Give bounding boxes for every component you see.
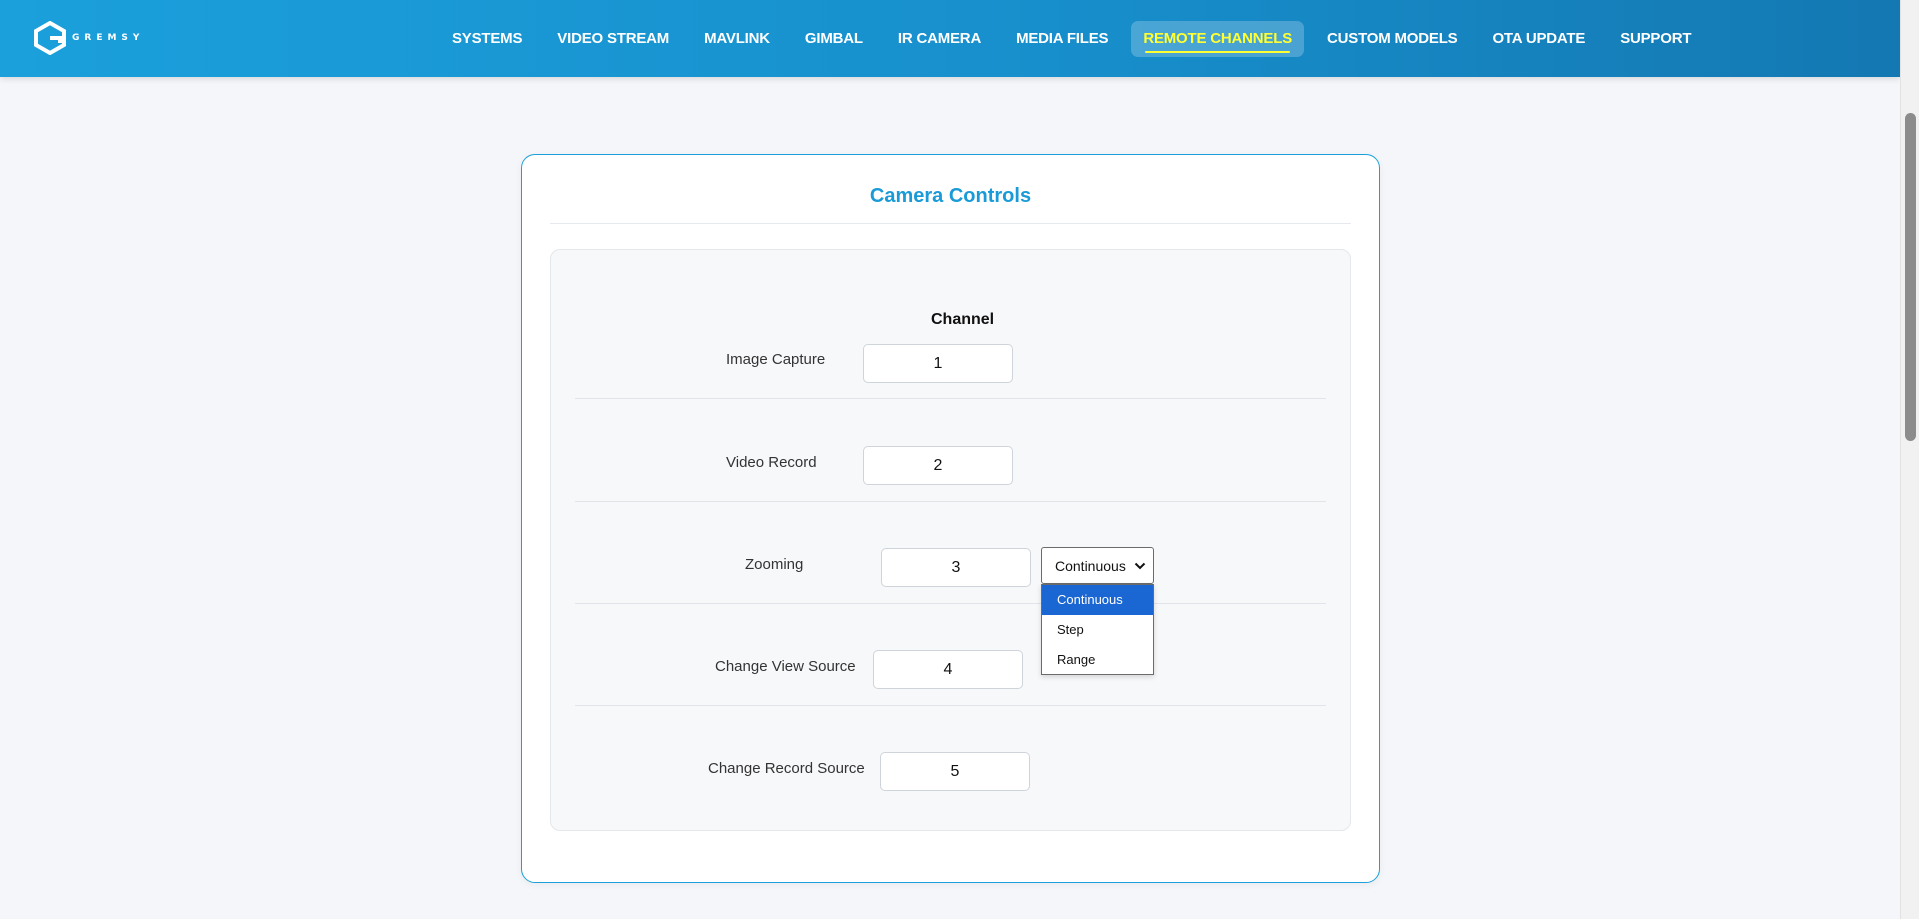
zoom-mode-option-range[interactable]: Range (1042, 645, 1153, 675)
camera-controls-card: Camera Controls Channel Image Capture Vi… (521, 154, 1380, 883)
row-label-zooming: Zooming (745, 556, 804, 573)
row-divider (575, 705, 1326, 706)
nav-item-custom-models[interactable]: CUSTOM MODELS (1315, 21, 1469, 57)
nav-item-ir-camera[interactable]: IR CAMERA (886, 21, 993, 57)
nav-item-support[interactable]: SUPPORT (1608, 21, 1703, 57)
zoom-mode-selected-value: Continuous (1055, 557, 1126, 574)
zoom-mode-dropdown: Continuous Step Range (1041, 584, 1154, 675)
image-capture-channel-input[interactable] (863, 344, 1013, 383)
channel-settings-panel: Channel Image Capture Video Record Zoomi… (550, 249, 1351, 831)
zoom-mode-option-continuous[interactable]: Continuous (1042, 585, 1153, 615)
top-navbar: GREMSY SYSTEMS VIDEO STREAM MAVLINK GIMB… (0, 0, 1900, 77)
row-divider (575, 603, 1326, 604)
nav-item-gimbal[interactable]: GIMBAL (793, 21, 875, 57)
logo-text: GREMSY (72, 33, 145, 43)
card-title: Camera Controls (869, 185, 1032, 207)
page-scrollbar[interactable] (1900, 0, 1919, 919)
zoom-mode-option-step[interactable]: Step (1042, 615, 1153, 645)
video-record-channel-input[interactable] (863, 446, 1013, 485)
row-divider (575, 398, 1326, 399)
nav-item-mavlink[interactable]: MAVLINK (692, 21, 782, 57)
nav-item-video-stream[interactable]: VIDEO STREAM (545, 21, 681, 57)
row-label-video-record: Video Record (726, 454, 817, 471)
row-divider (575, 501, 1326, 502)
zooming-channel-input[interactable] (881, 548, 1031, 587)
title-divider (550, 223, 1351, 224)
row-label-image-capture: Image Capture (726, 351, 826, 368)
row-label-change-view-source: Change View Source (715, 658, 856, 675)
scrollbar-thumb[interactable] (1905, 113, 1916, 441)
channel-column-header: Channel (551, 311, 1352, 329)
chevron-down-icon (1134, 562, 1146, 569)
nav-item-remote-channels[interactable]: REMOTE CHANNELS (1131, 21, 1304, 57)
change-view-source-channel-input[interactable] (873, 650, 1023, 689)
gremsy-logo-icon (34, 21, 66, 55)
change-record-source-channel-input[interactable] (880, 752, 1030, 791)
zoom-mode-select[interactable]: Continuous (1041, 547, 1154, 584)
nav-item-systems[interactable]: SYSTEMS (440, 21, 534, 57)
nav-item-media-files[interactable]: MEDIA FILES (1004, 21, 1120, 57)
nav-menu: SYSTEMS VIDEO STREAM MAVLINK GIMBAL IR C… (440, 21, 1714, 57)
channel-header-label: Channel (931, 311, 995, 328)
gremsy-logo[interactable]: GREMSY (34, 20, 144, 56)
row-label-change-record-source: Change Record Source (708, 760, 865, 777)
nav-item-ota-update[interactable]: OTA UPDATE (1480, 21, 1597, 57)
